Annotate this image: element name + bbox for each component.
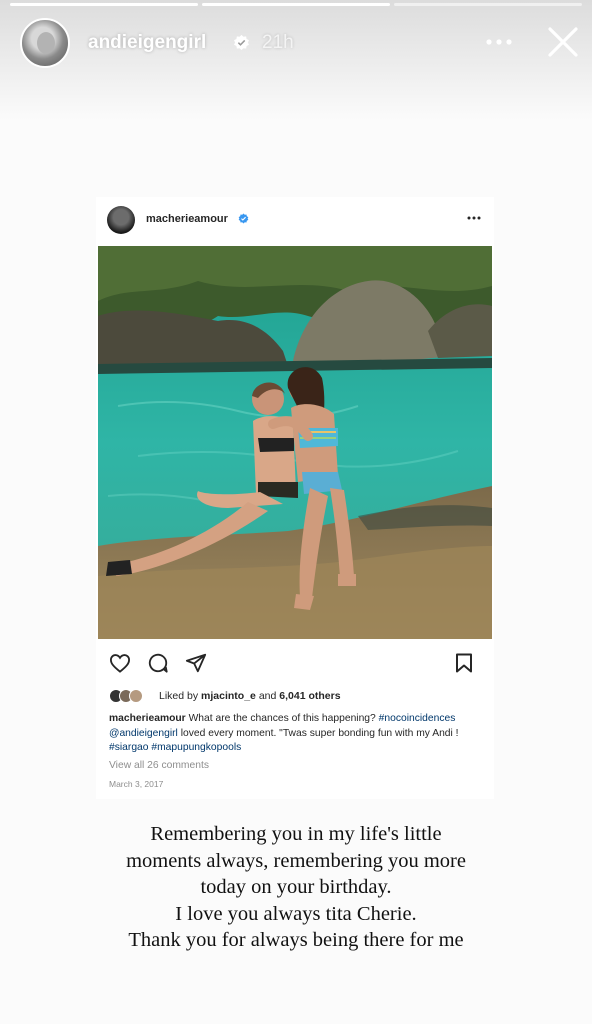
bookmark-icon[interactable] — [455, 653, 473, 673]
beach-photo-illustration — [98, 246, 492, 639]
story-text-line: today on your birthday. — [200, 876, 392, 898]
post-date: March 3, 2017 — [109, 779, 164, 789]
story-text-line: Remembering you in my life's little — [150, 823, 442, 845]
post-actions — [96, 649, 494, 679]
story-timestamp: 21h — [262, 32, 294, 53]
likes-prefix: Liked by — [159, 690, 199, 702]
post-author-avatar[interactable] — [107, 206, 135, 234]
profile-avatar[interactable] — [20, 18, 70, 68]
embedded-post-card: macherieamour Liked by mjacinto_e and 6,… — [96, 197, 494, 799]
story-username[interactable]: andieigengirl — [88, 32, 206, 54]
post-photo[interactable] — [98, 246, 492, 639]
progress-segment — [10, 3, 198, 6]
liker-username[interactable]: mjacinto_e — [201, 690, 256, 702]
progress-fill — [10, 3, 198, 6]
progress-segment — [202, 3, 390, 6]
story-text-line: moments always, remembering you more — [126, 849, 466, 872]
progress-fill — [202, 3, 390, 6]
likes-connector: and — [258, 690, 277, 702]
likes-text: Liked by mjacinto_e and 6,041 others — [159, 690, 341, 702]
post-username[interactable]: macherieamour — [146, 213, 228, 225]
caption-text: loved every moment. "Twas super bonding … — [180, 727, 459, 739]
liker-avatar — [129, 689, 143, 703]
share-icon[interactable] — [185, 652, 207, 674]
hashtag-link[interactable]: #mapupungkopools — [151, 742, 241, 753]
mention-link[interactable]: @andieigengirl — [109, 728, 178, 739]
caption-username[interactable]: macherieamour — [109, 713, 186, 724]
story-caption-text: Remembering you in my life's little mome… — [60, 821, 532, 954]
progress-segment — [394, 3, 582, 6]
story-header: andieigengirl 21h — [0, 14, 592, 72]
comment-icon[interactable] — [147, 652, 169, 674]
story-text-line: Thank you for always being there for me — [128, 929, 464, 951]
more-horizontal-icon[interactable] — [467, 215, 481, 221]
caption-text: What are the chances of this happening? — [188, 713, 376, 724]
view-comments-link[interactable]: View all 26 comments — [109, 760, 209, 771]
post-header: macherieamour — [96, 197, 494, 245]
post-caption: macherieamour What are the chances of th… — [109, 712, 481, 756]
liker-avatars — [109, 689, 155, 703]
story-text-line: I love you always tita Cherie. — [175, 902, 417, 925]
likes-count[interactable]: 6,041 others — [279, 690, 340, 702]
heart-icon[interactable] — [109, 653, 131, 673]
close-icon[interactable] — [545, 24, 581, 60]
more-horizontal-icon[interactable] — [484, 34, 514, 50]
verified-badge-icon — [234, 34, 249, 51]
story-progress-bars — [10, 3, 582, 6]
likes-row[interactable]: Liked by mjacinto_e and 6,041 others — [109, 689, 489, 705]
verified-badge-icon — [238, 213, 249, 224]
hashtag-link[interactable]: #siargao — [109, 742, 149, 753]
hashtag-link[interactable]: #nocoincidences — [379, 713, 456, 724]
